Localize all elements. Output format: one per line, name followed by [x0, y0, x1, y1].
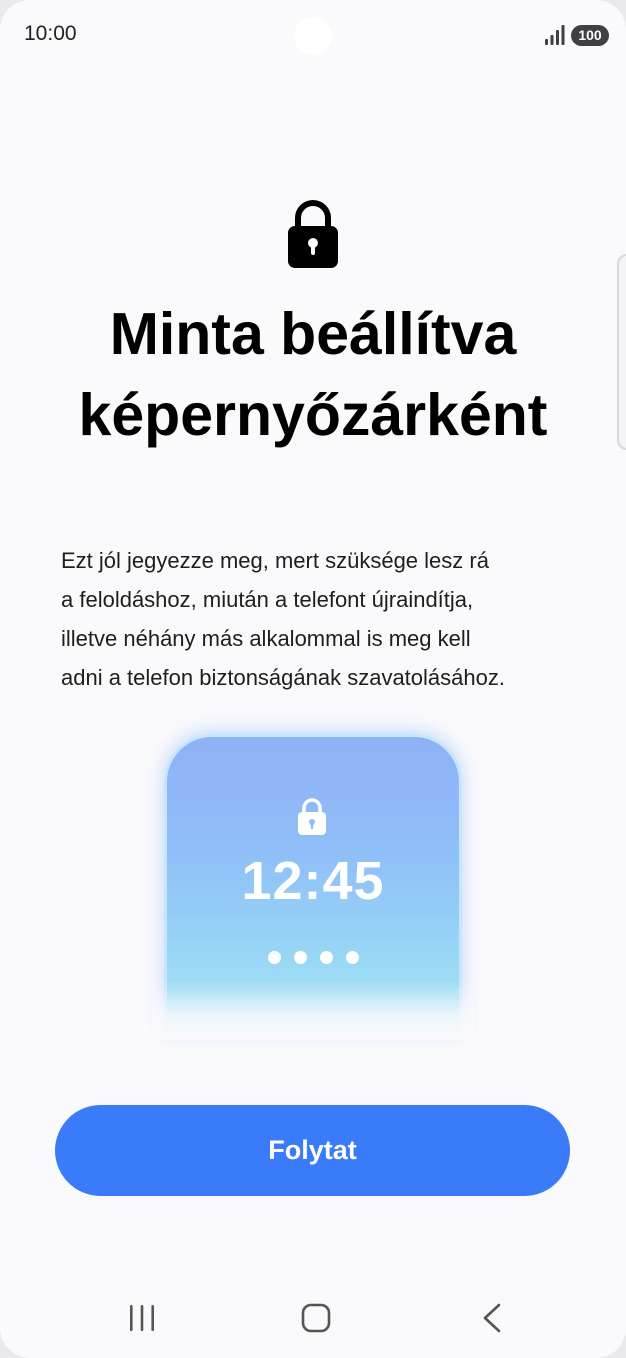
continue-button[interactable]: Folytat — [55, 1105, 570, 1196]
description-line: a feloldáshoz, miután a telefont újraind… — [61, 587, 474, 612]
navigation-bar — [0, 1280, 626, 1358]
screen: 10:00 100 Minta beállítva képernyőzárkén… — [0, 0, 626, 1358]
title-line: képernyőzárként — [78, 382, 548, 448]
illustration-fade — [152, 980, 474, 1040]
back-icon[interactable] — [478, 1303, 508, 1333]
illustration-clock: 12:45 — [241, 851, 385, 911]
signal-icon — [545, 25, 565, 45]
pin-dot — [320, 951, 333, 964]
home-icon[interactable] — [301, 1303, 331, 1333]
lockscreen-illustration: 12:45 — [152, 724, 474, 1040]
pin-dots — [268, 951, 360, 965]
lock-icon — [288, 200, 338, 268]
description-line: adni a telefon biztonságának szavatolásá… — [61, 665, 505, 690]
pin-dot — [268, 951, 281, 964]
description-line: illetve néhány más alkalommal is meg kel… — [61, 626, 471, 651]
description: Ezt jól jegyezze meg, mert szüksége lesz… — [61, 541, 591, 697]
pin-dot — [294, 951, 307, 964]
lock-icon — [298, 798, 326, 835]
page-title: Minta beállítva képernyőzárként — [40, 294, 586, 456]
pin-dot — [346, 951, 359, 964]
status-bar: 10:00 100 — [0, 0, 626, 70]
recent-apps-icon[interactable] — [127, 1303, 157, 1333]
battery-icon: 100 — [571, 25, 609, 46]
status-time: 10:00 — [24, 22, 77, 45]
description-line: Ezt jól jegyezze meg, mert szüksége lesz… — [61, 548, 489, 573]
edge-panel-handle[interactable] — [617, 254, 626, 450]
front-camera — [294, 17, 332, 55]
title-line: Minta beállítva — [109, 301, 517, 367]
